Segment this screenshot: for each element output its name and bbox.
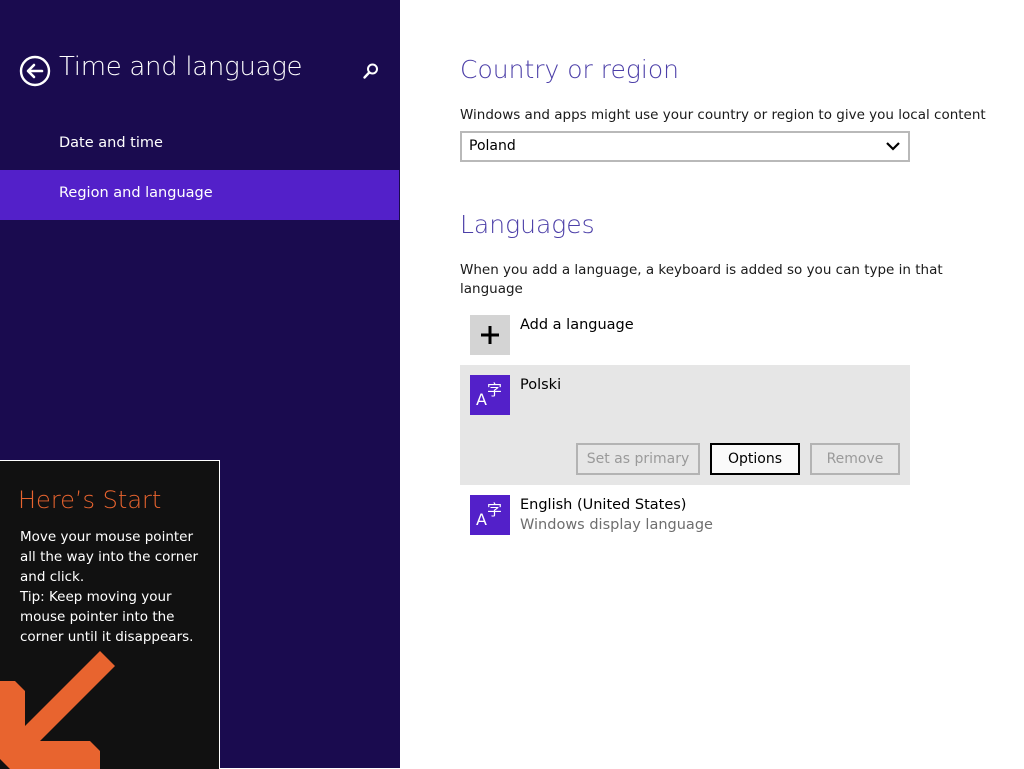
dropdown-value: Poland bbox=[469, 138, 516, 154]
arrow-down-left-icon bbox=[0, 651, 115, 769]
language-icon: A 字 bbox=[470, 375, 510, 415]
settings-sidebar: Time and language Date and time Region a… bbox=[0, 0, 400, 769]
tip-line: corner until it disappears. bbox=[20, 629, 194, 645]
sidebar-item-region-and-language[interactable]: Region and language bbox=[0, 170, 399, 220]
back-button[interactable] bbox=[19, 55, 51, 87]
options-button[interactable]: Options bbox=[710, 443, 800, 475]
tip-line: Move your mouse pointer bbox=[20, 529, 194, 545]
country-region-dropdown[interactable]: Poland bbox=[460, 131, 910, 162]
tip-line: mouse pointer into the bbox=[20, 609, 175, 625]
sidebar-item-date-and-time[interactable]: Date and time bbox=[0, 120, 399, 170]
remove-button[interactable]: Remove bbox=[810, 443, 900, 475]
plus-icon bbox=[481, 326, 499, 344]
language-sublabel: Windows display language bbox=[520, 517, 713, 533]
country-region-description: Windows and apps might use your country … bbox=[460, 107, 986, 123]
sidebar-item-label: Date and time bbox=[59, 135, 163, 151]
languages-description-line: language bbox=[460, 281, 523, 297]
chevron-down-icon bbox=[886, 142, 900, 151]
language-name[interactable]: English (United States) bbox=[520, 497, 686, 513]
tip-title: Here’s Start bbox=[18, 486, 162, 514]
sidebar-item-label: Region and language bbox=[59, 185, 213, 201]
search-icon[interactable] bbox=[362, 62, 380, 80]
start-tip-popup: Here’s Start Move your mouse pointer all… bbox=[0, 460, 220, 769]
languages-description: When you add a language, a keyboard is a… bbox=[460, 261, 943, 299]
tip-line: all the way into the corner bbox=[20, 549, 199, 565]
add-language-button[interactable] bbox=[470, 315, 510, 355]
add-language-label[interactable]: Add a language bbox=[520, 317, 634, 333]
languages-description-line: When you add a language, a keyboard is a… bbox=[460, 262, 943, 278]
tip-body: Move your mouse pointer all the way into… bbox=[20, 527, 210, 647]
svg-text:A: A bbox=[476, 390, 487, 409]
page-title: Time and language bbox=[59, 52, 303, 82]
svg-text:字: 字 bbox=[487, 381, 502, 399]
language-icon: A 字 bbox=[470, 495, 510, 535]
country-region-heading: Country or region bbox=[460, 55, 679, 84]
back-arrow-icon bbox=[19, 55, 51, 87]
language-name: Polski bbox=[520, 377, 562, 393]
tip-line: and click. bbox=[20, 569, 85, 585]
svg-text:A: A bbox=[476, 510, 487, 529]
tip-line: Tip: Keep moving your bbox=[20, 589, 172, 605]
set-as-primary-button[interactable]: Set as primary bbox=[576, 443, 700, 475]
svg-text:字: 字 bbox=[487, 501, 502, 519]
languages-heading: Languages bbox=[460, 210, 595, 239]
